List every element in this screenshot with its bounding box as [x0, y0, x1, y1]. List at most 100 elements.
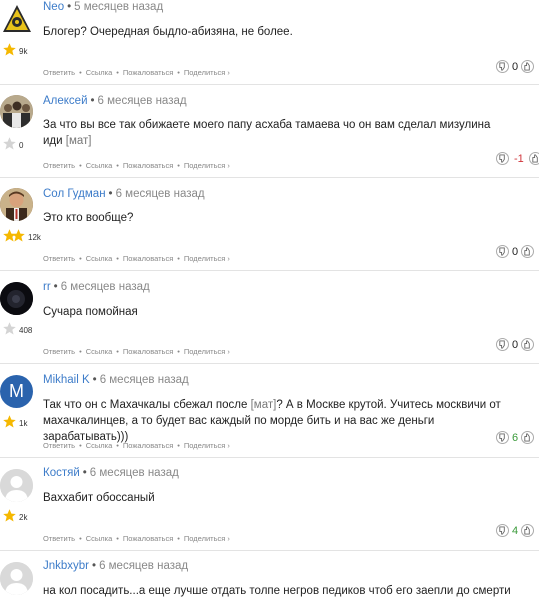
reply-link[interactable]: Ответить	[43, 254, 75, 263]
share-link[interactable]: Поделиться ›	[184, 161, 230, 170]
comment-actions: Ответить • Ссылка • Пожаловаться • Поделиться …	[43, 254, 230, 263]
downvote-button[interactable]	[496, 152, 509, 165]
reply-link[interactable]: Ответить	[43, 441, 75, 450]
comment-time[interactable]: 6 месяцев назад	[100, 374, 189, 386]
thumb-down-icon	[499, 62, 505, 71]
downvote-button[interactable]	[496, 60, 509, 73]
share-link[interactable]: Поделиться ›	[184, 68, 230, 77]
author-name[interactable]: rr	[43, 281, 51, 293]
share-link[interactable]: Поделиться ›	[184, 347, 230, 356]
rating-value: 4	[511, 524, 519, 537]
karma-count: 9k	[19, 47, 28, 56]
upvote-button[interactable]	[521, 431, 534, 444]
karma: 2k	[2, 508, 27, 523]
avatar[interactable]	[0, 282, 33, 315]
avatar[interactable]	[0, 188, 33, 221]
author-name[interactable]: Jnkbxybr	[43, 560, 89, 572]
report-link[interactable]: Пожаловаться	[123, 161, 173, 170]
rating-value: 6	[511, 431, 519, 444]
comment-text: Ваххабит обоссаный	[43, 492, 155, 504]
permalink-link[interactable]: Ссылка	[86, 441, 113, 450]
report-link[interactable]: Пожаловаться	[123, 534, 173, 543]
permalink-link[interactable]: Ссылка	[86, 68, 113, 77]
permalink-link[interactable]: Ссылка	[86, 534, 113, 543]
comment-text: Сучара помойная	[43, 306, 138, 318]
report-link[interactable]: Пожаловаться	[123, 254, 173, 263]
photo-man-icon	[0, 188, 33, 221]
author-name[interactable]: Костяй	[43, 467, 80, 479]
karma: 12k	[2, 228, 41, 243]
star-icon	[3, 137, 16, 150]
divider	[0, 84, 539, 85]
report-link[interactable]: Пожаловаться	[123, 347, 173, 356]
upvote-button[interactable]	[521, 245, 534, 258]
downvote-button[interactable]	[496, 245, 509, 258]
permalink-link[interactable]: Ссылка	[86, 347, 113, 356]
comment-text: Блогер? Очередная быдло-абизяна, не боле…	[43, 26, 293, 38]
report-link[interactable]: Пожаловаться	[123, 441, 173, 450]
upvote-button[interactable]	[521, 338, 534, 351]
divider	[0, 270, 539, 271]
avatar-letter: M	[9, 381, 24, 401]
comment-actions: Ответить • Ссылка • Пожаловаться • Поделиться …	[43, 347, 230, 356]
karma-count: 2k	[19, 513, 28, 522]
star-icon	[3, 43, 16, 56]
star-icon	[3, 415, 16, 428]
thumb-down-icon	[499, 526, 505, 535]
downvote-button[interactable]	[496, 524, 509, 537]
avatar[interactable]	[0, 2, 33, 35]
share-link[interactable]: Поделиться ›	[184, 534, 230, 543]
comment-text: Это кто вообще?	[43, 212, 134, 224]
divider	[0, 550, 539, 551]
comment-actions: Ответить • Ссылка • Пожаловаться • Поделиться …	[43, 441, 230, 450]
avatar[interactable]	[0, 95, 33, 128]
avatar[interactable]	[0, 562, 33, 595]
permalink-link[interactable]: Ссылка	[86, 161, 113, 170]
star-icon	[12, 229, 25, 242]
comment-time[interactable]: 5 месяцев назад	[74, 1, 163, 13]
rating-widget: 4	[496, 524, 534, 537]
karma-count: 0	[19, 141, 24, 150]
upvote-button[interactable]	[521, 60, 534, 73]
avatar[interactable]	[0, 469, 33, 502]
reply-link[interactable]: Ответить	[43, 534, 75, 543]
rating-value: 0	[511, 338, 519, 351]
reply-link[interactable]: Ответить	[43, 347, 75, 356]
upvote-button[interactable]	[528, 152, 539, 165]
comment-time[interactable]: 6 месяцев назад	[99, 560, 188, 572]
comment-time[interactable]: 6 месяцев назад	[116, 188, 205, 200]
comment-time[interactable]: 6 месяцев назад	[98, 95, 187, 107]
censored-tag: [мат]	[250, 399, 277, 411]
thumb-down-icon	[499, 433, 505, 442]
rating-widget: 0	[496, 338, 534, 351]
thumb-down-icon	[499, 154, 505, 163]
author-name[interactable]: Сол Гудман	[43, 188, 106, 200]
comment-time[interactable]: 6 месяцев назад	[61, 281, 150, 293]
upvote-button[interactable]	[521, 524, 534, 537]
thumb-up-icon	[524, 62, 530, 71]
share-link[interactable]: Поделиться ›	[184, 254, 230, 263]
karma: 408	[2, 321, 32, 336]
author-name[interactable]: Neo	[43, 1, 64, 13]
author-name[interactable]: Алексей	[43, 95, 88, 107]
karma-count: 1k	[19, 419, 28, 428]
reply-link[interactable]: Ответить	[43, 161, 75, 170]
thumb-up-icon	[524, 433, 530, 442]
permalink-link[interactable]: Ссылка	[86, 254, 113, 263]
avatar[interactable]: M	[0, 375, 33, 408]
thumb-up-icon	[532, 154, 538, 163]
author-name[interactable]: Mikhail K	[43, 374, 90, 386]
reply-link[interactable]: Ответить	[43, 68, 75, 77]
comment-time[interactable]: 6 месяцев назад	[90, 467, 179, 479]
rating-widget: 6	[496, 431, 534, 444]
karma: 9k	[2, 42, 27, 57]
downvote-button[interactable]	[496, 431, 509, 444]
share-link[interactable]: Поделиться ›	[184, 441, 230, 450]
downvote-button[interactable]	[496, 338, 509, 351]
report-link[interactable]: Пожаловаться	[123, 68, 173, 77]
karma-count: 408	[19, 326, 33, 335]
divider	[0, 363, 539, 364]
default-user-icon	[0, 469, 33, 502]
thumb-up-icon	[524, 247, 530, 256]
rating-widget: 0	[496, 60, 534, 73]
